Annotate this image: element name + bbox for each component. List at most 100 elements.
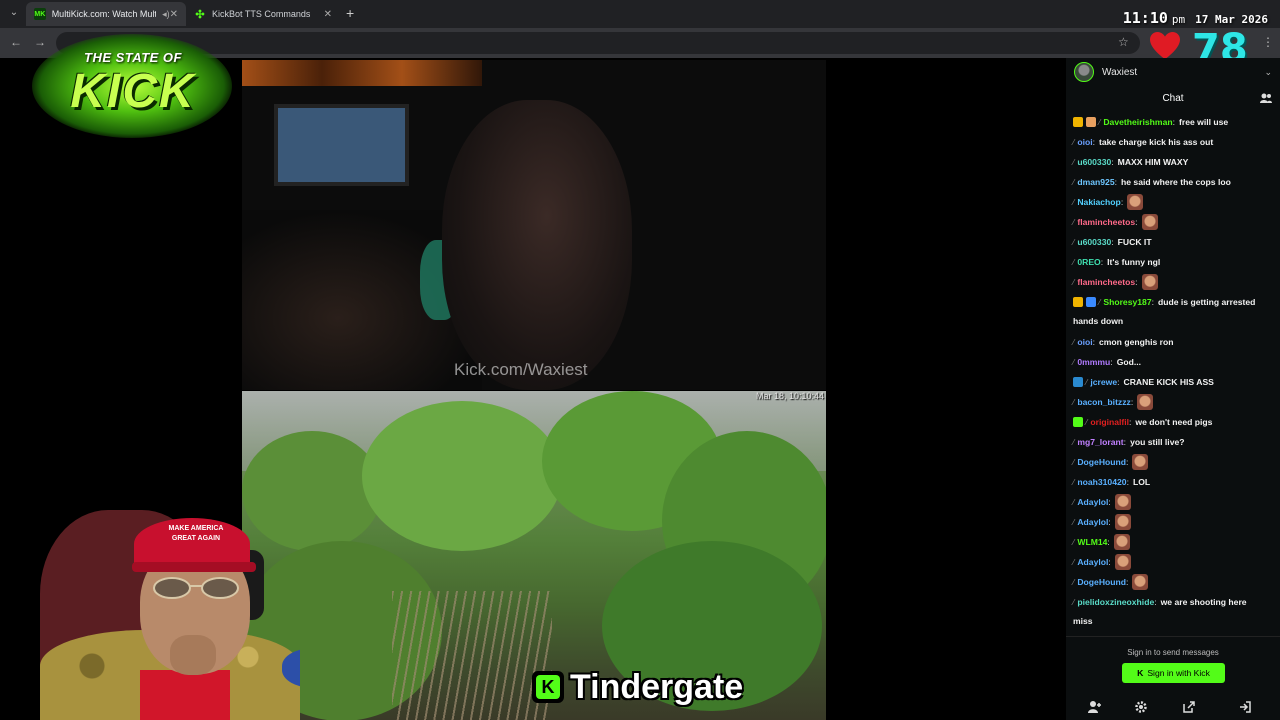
chat-username[interactable]: DogeHound (1077, 457, 1126, 467)
sword-badge-icon: ⁄ (1073, 517, 1075, 527)
channel-header[interactable]: Waxiest ⌄ (1066, 58, 1280, 86)
bush (362, 401, 562, 551)
chat-username[interactable]: DogeHound (1077, 577, 1126, 587)
chat-message: ⁄ Davetheirishman: free will use (1073, 112, 1228, 132)
tab-kickbot[interactable]: ✣ KickBot TTS Commands ✕ (186, 2, 340, 26)
chat-username[interactable]: oioi (1077, 337, 1092, 347)
tab-multikick[interactable]: MK MultiKick.com: Watch Multi ◂) ✕ (26, 2, 186, 26)
close-tab-icon[interactable]: ✕ (170, 9, 178, 20)
chat-username[interactable]: dman925 (1077, 177, 1114, 187)
emote-icon (1114, 494, 1131, 510)
emote-icon (1132, 574, 1149, 590)
emote-icon (1132, 454, 1149, 470)
sword-badge-icon: ⁄ (1086, 417, 1088, 427)
chat-message: ⁄ flamincheetos: (1073, 272, 1158, 292)
chat-text: we are shooting here (1160, 597, 1247, 607)
chat-separator: : (1135, 277, 1138, 287)
collapse-chat-icon[interactable] (1238, 700, 1252, 714)
chat-message: ⁄ originalfil: we don't need pigs (1073, 412, 1212, 432)
kick-k-icon: K (1137, 668, 1144, 678)
sword-badge-icon: ⁄ (1073, 277, 1075, 287)
user-badge-icon (1073, 377, 1083, 387)
chat-text-continuation: miss (1073, 616, 1093, 626)
cap-brim (132, 562, 256, 572)
sword-badge-icon: ⁄ (1073, 197, 1075, 207)
gear-icon[interactable] (1134, 700, 1148, 714)
bookmark-star-icon[interactable]: ☆ (1118, 35, 1129, 49)
emote-icon (1114, 554, 1131, 570)
stream-video-top[interactable]: Kick.com/Waxiest (242, 60, 826, 390)
webcam-feed: MAKE AMERICA GREAT AGAIN (0, 500, 300, 720)
chat-text: you still live? (1130, 437, 1185, 447)
emote-icon (1127, 194, 1144, 210)
sword-badge-icon: ⁄ (1073, 497, 1075, 507)
browser-menu-icon[interactable]: ⋮ (1262, 35, 1274, 49)
user-badge-icon (1073, 117, 1083, 127)
chat-username[interactable]: originalfil (1090, 417, 1129, 427)
sword-badge-icon: ⁄ (1073, 357, 1075, 367)
speaker-icon[interactable]: ◂) (162, 9, 170, 20)
chat-text: we don't need pigs (1135, 417, 1213, 427)
emote-icon (1141, 274, 1158, 290)
chat-separator: : (1126, 577, 1129, 587)
chat-username[interactable]: noah310420 (1077, 477, 1126, 487)
chat-username[interactable]: u600330 (1077, 237, 1111, 247)
multikick-icon: MK (34, 8, 46, 20)
chat-username[interactable]: Nakiachop (1077, 197, 1120, 207)
chat-username[interactable]: Adaylol (1077, 497, 1108, 507)
chat-message: ⁄ pielidoxzineoxhide: we are shooting here (1073, 592, 1247, 612)
chat-message: ⁄ Nakiachop: (1073, 192, 1144, 212)
chat-username[interactable]: Adaylol (1077, 557, 1108, 567)
chat-message: ⁄ dman925: he said where the cops loo (1073, 172, 1231, 192)
clock-overlay: 11:10 pm 17 Mar 2026 (1123, 8, 1268, 27)
chat-username[interactable]: flamincheetos (1077, 217, 1135, 227)
chat-text: he said where the cops loo (1121, 177, 1231, 187)
streamer-face (442, 100, 632, 390)
chat-message: ⁄ DogeHound: (1073, 452, 1149, 472)
clock-time: 11:10 (1122, 9, 1168, 27)
chat-message-list[interactable]: ⁄ Davetheirishman: free will use ⁄ oioi: take… (1066, 112, 1280, 632)
camera-timestamp: Mar 18, 10:10:44 (755, 391, 824, 401)
popout-icon[interactable] (1182, 700, 1196, 714)
close-tab-icon[interactable]: ✕ (324, 9, 332, 20)
chat-username[interactable]: 0mmmu (1077, 357, 1110, 367)
add-user-icon[interactable] (1088, 700, 1102, 714)
chat-text: free will use (1179, 117, 1229, 127)
chat-username[interactable]: flamincheetos (1077, 277, 1135, 287)
user-badge-icon (1086, 297, 1096, 307)
cap-text: MAKE AMERICA GREAT AGAIN (168, 525, 224, 542)
chat-message: ⁄ WLM14: (1073, 532, 1130, 552)
state-of-kick-logo: THE STATE OF KICK (26, 26, 240, 144)
users-icon[interactable] (1260, 92, 1272, 104)
chat-username[interactable]: jcrewe (1090, 377, 1117, 387)
back-icon[interactable]: ← (10, 35, 22, 49)
chat-username[interactable]: WLM14 (1077, 537, 1107, 547)
chat-username[interactable]: pielidoxzineoxhide (1077, 597, 1154, 607)
heart-icon (1150, 31, 1180, 60)
chat-separator: : (1111, 237, 1114, 247)
dry-branches (392, 591, 552, 720)
chat-username[interactable]: oioi (1077, 137, 1092, 147)
chat-username[interactable]: Shoresy187 (1103, 297, 1151, 307)
sword-badge-icon: ⁄ (1073, 177, 1075, 187)
red-shirt (140, 670, 230, 720)
sword-badge-icon: ⁄ (1073, 337, 1075, 347)
chat-separator: : (1123, 437, 1127, 447)
chat-username[interactable]: bacon_bitzzz (1077, 397, 1130, 407)
chevron-down-icon[interactable]: ⌄ (1264, 67, 1272, 78)
tab-search-button[interactable]: ⌄ (6, 5, 22, 21)
new-tab-button[interactable]: + (346, 5, 354, 21)
chat-username[interactable]: mg7_lorant (1077, 437, 1123, 447)
tab-title: MultiKick.com: Watch Multi (51, 9, 157, 19)
tab-title: KickBot TTS Commands (212, 9, 311, 19)
chat-username[interactable]: Davetheirishman (1103, 117, 1172, 127)
clock-ampm: pm (1171, 13, 1186, 26)
chat-separator: : (1108, 557, 1111, 567)
chat-message: ⁄ bacon_bitzzz: (1073, 392, 1154, 412)
chat-username[interactable]: Adaylol (1077, 517, 1108, 527)
chat-username[interactable]: 0REO (1077, 257, 1100, 267)
signin-button[interactable]: K Sign in with Kick (1122, 663, 1225, 683)
chat-title: Chat (1162, 93, 1184, 104)
chat-username[interactable]: u600330 (1077, 157, 1111, 167)
sword-badge-icon: ⁄ (1099, 297, 1101, 307)
